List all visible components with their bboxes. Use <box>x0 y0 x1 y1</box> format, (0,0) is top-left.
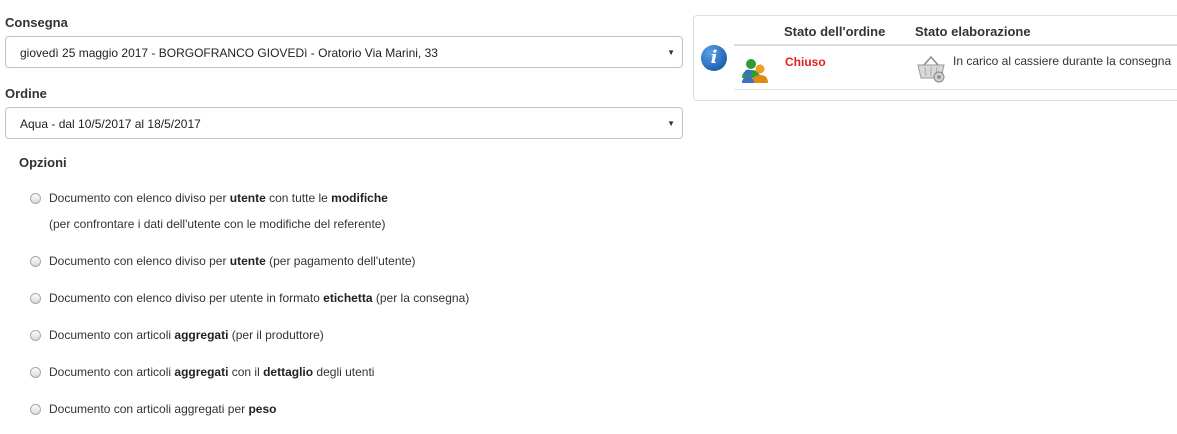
option-sublabel: (per confrontare i dati dell'utente con … <box>49 217 386 231</box>
option-label: Documento con articoli aggregati con il … <box>49 365 375 379</box>
radio-button[interactable] <box>30 367 41 378</box>
opzioni-title: Opzioni <box>19 155 67 170</box>
ordine-label: Ordine <box>5 86 47 101</box>
header-divider <box>734 44 1177 46</box>
ordine-select[interactable]: Aqua - dal 10/5/2017 al 18/5/2017 ▼ <box>5 107 683 139</box>
users-icon <box>742 59 768 83</box>
dropdown-arrow-icon: ▼ <box>667 119 675 128</box>
basket-icon <box>917 55 945 83</box>
stato-elaborazione-value: In carico al cassiere durante la consegn… <box>953 54 1172 68</box>
consegna-label: Consegna <box>5 15 68 30</box>
ordine-selected-value: Aqua - dal 10/5/2017 al 18/5/2017 <box>20 117 201 131</box>
radio-button[interactable] <box>30 193 41 204</box>
option-label: Documento con articoli aggregati (per il… <box>49 328 324 342</box>
radio-button[interactable] <box>30 293 41 304</box>
stato-ordine-value: Chiuso <box>785 55 826 69</box>
radio-button[interactable] <box>30 404 41 415</box>
info-icon: i <box>701 45 727 71</box>
option-label: Documento con elenco diviso per utente i… <box>49 291 470 305</box>
column-header-stato-ordine: Stato dell'ordine <box>784 24 886 39</box>
consegna-selected-value: giovedì 25 maggio 2017 - BORGOFRANCO GIO… <box>20 46 438 60</box>
option-label: Documento con articoli aggregati per pes… <box>49 402 277 416</box>
radio-button[interactable] <box>30 256 41 267</box>
dropdown-arrow-icon: ▼ <box>667 48 675 57</box>
column-header-stato-elaborazione: Stato elaborazione <box>915 24 1031 39</box>
option-label: Documento con elenco diviso per utente (… <box>49 254 416 268</box>
order-status-panel: i Stato dell'ordine Stato elaborazione C… <box>693 15 1177 101</box>
radio-button[interactable] <box>30 330 41 341</box>
consegna-select[interactable]: giovedì 25 maggio 2017 - BORGOFRANCO GIO… <box>5 36 683 68</box>
option-label: Documento con elenco diviso per utente c… <box>49 191 388 205</box>
row-divider <box>734 89 1177 90</box>
